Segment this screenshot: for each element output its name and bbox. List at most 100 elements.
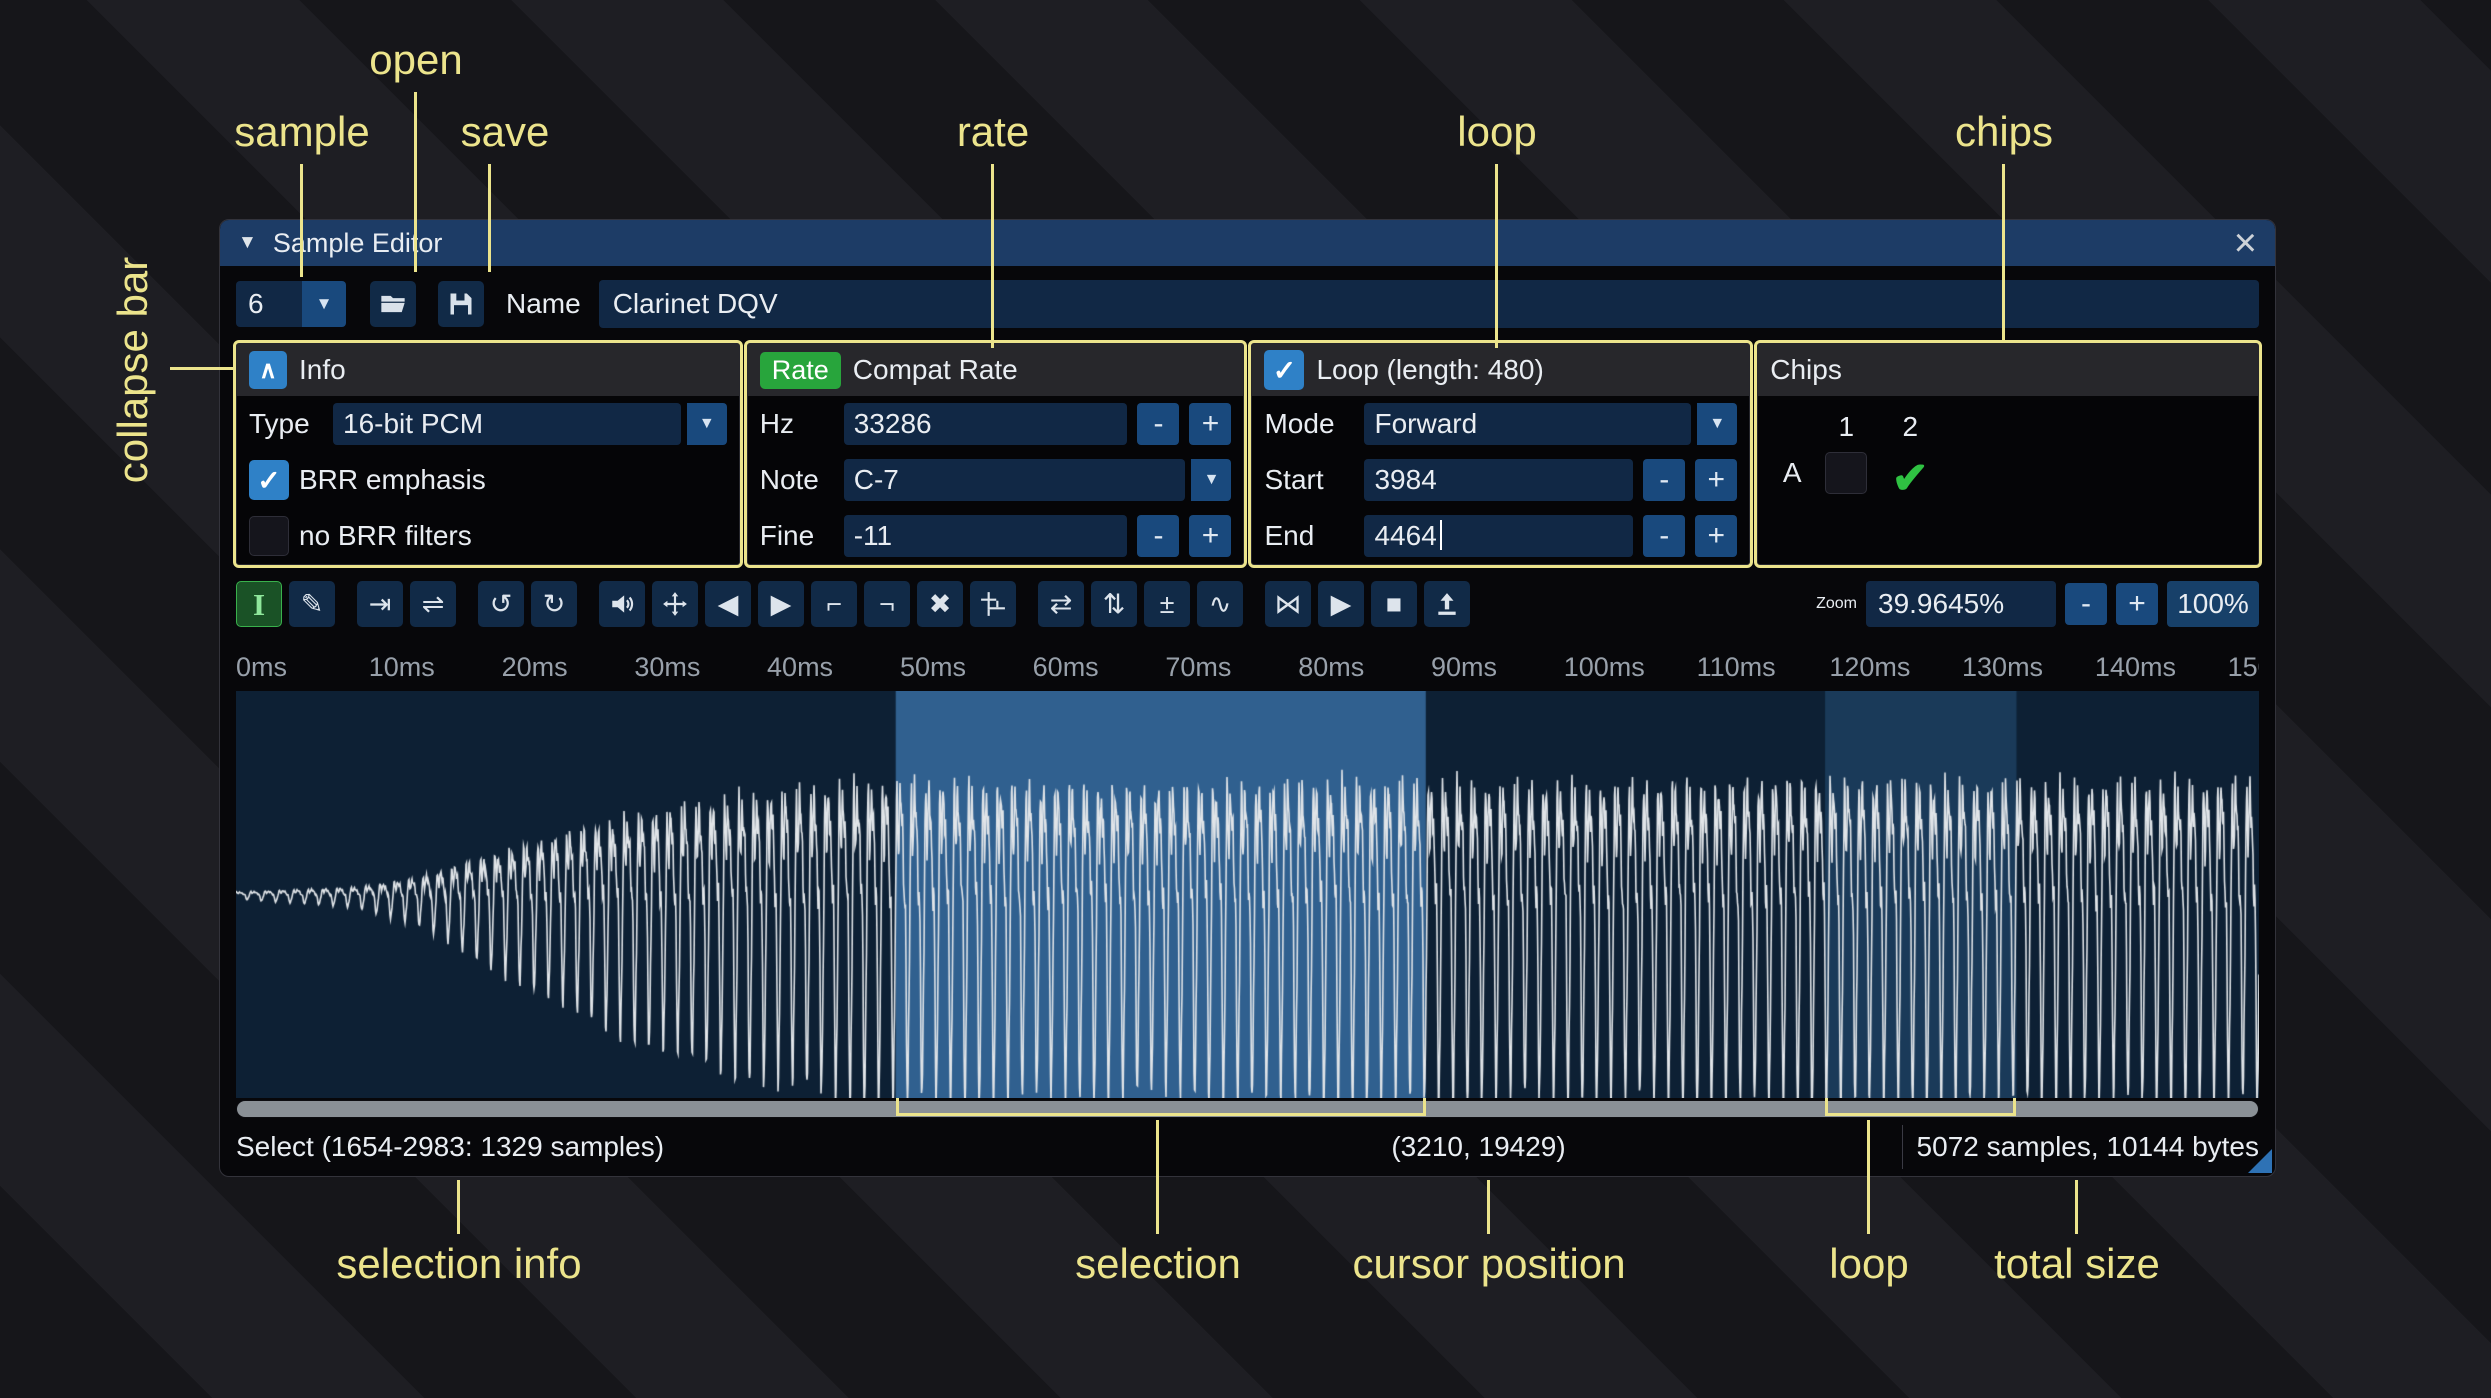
zoom-input[interactable]: 39.9645% bbox=[1866, 581, 2056, 627]
redo-icon: ↻ bbox=[542, 588, 566, 619]
chevron-down-icon[interactable]: ▼ bbox=[302, 281, 346, 327]
annotation-cursor-position-line bbox=[1487, 1180, 1490, 1234]
fine-row: Fine -11 - + bbox=[748, 508, 1244, 564]
loop-checkbox[interactable] bbox=[1264, 350, 1305, 390]
stop-button[interactable]: ■ bbox=[1371, 581, 1417, 627]
hz-minus-button[interactable]: - bbox=[1137, 403, 1180, 445]
loop-start-minus-button[interactable]: - bbox=[1643, 459, 1686, 501]
sample-select[interactable]: 6 ▼ bbox=[236, 281, 346, 327]
cursor-position-status: (3210, 19429) bbox=[1391, 1131, 1566, 1162]
ruler-tick: 0ms bbox=[236, 652, 288, 682]
chips-panel: Chips 1 2 A ✔ bbox=[1754, 340, 2262, 568]
chip-checkbox-1[interactable] bbox=[1825, 452, 1868, 494]
loop-mode-select[interactable]: Forward bbox=[1364, 403, 1692, 445]
play-icon: ▶ bbox=[1330, 588, 1352, 619]
draw-tool-button[interactable]: ✎ bbox=[289, 581, 335, 627]
info-panel-header: ∧ Info bbox=[237, 344, 739, 396]
loop-end-minus-button[interactable]: - bbox=[1643, 515, 1686, 557]
ibeam-cursor-icon: I bbox=[252, 586, 266, 622]
zoom-group: Zoom 39.9645% - + 100% bbox=[1816, 581, 2259, 627]
fade-in-button[interactable]: ◀ bbox=[705, 581, 751, 627]
hz-row: Hz 33286 - + bbox=[748, 396, 1244, 452]
window-collapse-icon[interactable]: ▼ bbox=[238, 232, 257, 254]
note-label: Note bbox=[759, 464, 819, 495]
ruler-tick: 30ms bbox=[634, 652, 701, 682]
move-arrows-icon bbox=[662, 591, 688, 617]
stop-icon: ■ bbox=[1385, 588, 1403, 619]
sign-invert-button[interactable]: ± bbox=[1144, 581, 1190, 627]
loop-end-input[interactable]: 4464 bbox=[1364, 515, 1634, 557]
loop-end-plus-button[interactable]: + bbox=[1695, 515, 1738, 557]
loop-panel: Loop (length: 480) Mode Forward ▼ Start … bbox=[1248, 340, 1754, 568]
panels-row: ∧ Info Type 16-bit PCM ▼ BRR emphasis no… bbox=[233, 340, 2262, 568]
loop-start-input[interactable]: 3984 bbox=[1364, 459, 1634, 501]
fine-plus-button[interactable]: + bbox=[1189, 515, 1232, 557]
trim-button[interactable] bbox=[970, 581, 1016, 627]
chip-column-1: 1 bbox=[1838, 411, 1855, 442]
undo-button[interactable]: ↺ bbox=[478, 581, 524, 627]
annotation-cursor-position: cursor position bbox=[1352, 1240, 1626, 1287]
sign-invert-icon: ± bbox=[1159, 588, 1175, 619]
insert-silence-button[interactable]: ⌐ bbox=[811, 581, 857, 627]
loop-start-plus-button[interactable]: + bbox=[1695, 459, 1738, 501]
apply-silence-button[interactable]: ¬ bbox=[864, 581, 910, 627]
collapse-bar-button[interactable]: ∧ bbox=[249, 351, 287, 389]
fine-minus-button[interactable]: - bbox=[1137, 515, 1180, 557]
chip-checkbox-2[interactable]: ✔ bbox=[1889, 452, 1931, 503]
apply-silence-icon: ¬ bbox=[879, 588, 895, 619]
brr-emphasis-checkbox[interactable] bbox=[249, 460, 289, 500]
hz-plus-button[interactable]: + bbox=[1189, 403, 1232, 445]
fine-input[interactable]: -11 bbox=[843, 515, 1128, 557]
chevron-down-icon[interactable]: ▼ bbox=[1191, 459, 1232, 501]
crossfade-button[interactable]: ⋈ bbox=[1265, 581, 1311, 627]
loop-end-value: 4464 bbox=[1374, 520, 1441, 552]
loop-mode-row: Mode Forward ▼ bbox=[1252, 396, 1749, 452]
annotation-selection-info: selection info bbox=[336, 1240, 582, 1287]
loop-panel-title: Loop (length: 480) bbox=[1316, 354, 1544, 385]
reverse-button[interactable]: ⇄ bbox=[1038, 581, 1084, 627]
resample-button[interactable]: ⇌ bbox=[410, 581, 456, 627]
ruler-tick: 80ms bbox=[1298, 652, 1365, 682]
zoom-reset-button[interactable]: 100% bbox=[2167, 581, 2259, 627]
name-input[interactable]: Clarinet DQV bbox=[598, 280, 2259, 328]
sample-toolbar: I ✎ ⇥ ⇌ ↺ ↻ ◀ ▶ ⌐ ¬ ✖ ⇄ ⇅ ± ∿ ⋈ ▶ ■ Zoom… bbox=[236, 579, 2259, 629]
delete-button[interactable]: ✖ bbox=[917, 581, 963, 627]
chevron-down-icon[interactable]: ▼ bbox=[686, 403, 727, 445]
fine-label: Fine bbox=[759, 520, 815, 551]
sample-number[interactable]: 6 bbox=[236, 281, 302, 327]
time-ruler: 0ms 10ms 20ms 30ms 40ms 50ms 60ms 70ms 8… bbox=[236, 641, 2259, 691]
insert-silence-icon: ⌐ bbox=[826, 588, 842, 619]
no-brr-filters-checkbox[interactable] bbox=[249, 516, 289, 556]
type-select[interactable]: 16-bit PCM bbox=[333, 403, 681, 445]
rate-badge[interactable]: Rate bbox=[759, 351, 841, 389]
loop-bracket bbox=[1825, 1098, 2017, 1116]
annotation-open: open bbox=[369, 36, 463, 83]
note-select[interactable]: C-7 bbox=[843, 459, 1186, 501]
normalize-button[interactable] bbox=[652, 581, 698, 627]
create-wavetable-button[interactable] bbox=[1424, 581, 1470, 627]
save-button[interactable] bbox=[438, 281, 484, 327]
zoom-plus-button[interactable]: + bbox=[2116, 583, 2158, 625]
preview-button[interactable]: ▶ bbox=[1318, 581, 1364, 627]
annotation-total-size: total size bbox=[1994, 1240, 2160, 1287]
folder-open-icon bbox=[379, 290, 407, 318]
amplify-button[interactable] bbox=[599, 581, 645, 627]
hz-input[interactable]: 33286 bbox=[843, 403, 1128, 445]
window-resize-grip[interactable] bbox=[2248, 1149, 2272, 1173]
zoom-label: Zoom bbox=[1816, 595, 1857, 612]
info-panel: ∧ Info Type 16-bit PCM ▼ BRR emphasis no… bbox=[233, 340, 743, 568]
filter-button[interactable]: ∿ bbox=[1197, 581, 1243, 627]
open-button[interactable] bbox=[370, 281, 416, 327]
close-icon[interactable]: × bbox=[2234, 223, 2257, 263]
waveform-canvas[interactable] bbox=[236, 691, 2259, 1098]
invert-button[interactable]: ⇅ bbox=[1091, 581, 1137, 627]
title-bar[interactable]: ▼ Sample Editor × bbox=[220, 220, 2275, 266]
rate-panel: Rate Compat Rate Hz 33286 - + Note C-7 ▼… bbox=[743, 340, 1248, 568]
fade-out-button[interactable]: ▶ bbox=[758, 581, 804, 627]
chevron-down-icon[interactable]: ▼ bbox=[1697, 403, 1738, 445]
redo-button[interactable]: ↻ bbox=[531, 581, 577, 627]
resize-button[interactable]: ⇥ bbox=[357, 581, 403, 627]
zoom-minus-button[interactable]: - bbox=[2065, 583, 2107, 625]
ruler-tick: 90ms bbox=[1430, 652, 1498, 682]
select-tool-button[interactable]: I bbox=[236, 581, 282, 627]
